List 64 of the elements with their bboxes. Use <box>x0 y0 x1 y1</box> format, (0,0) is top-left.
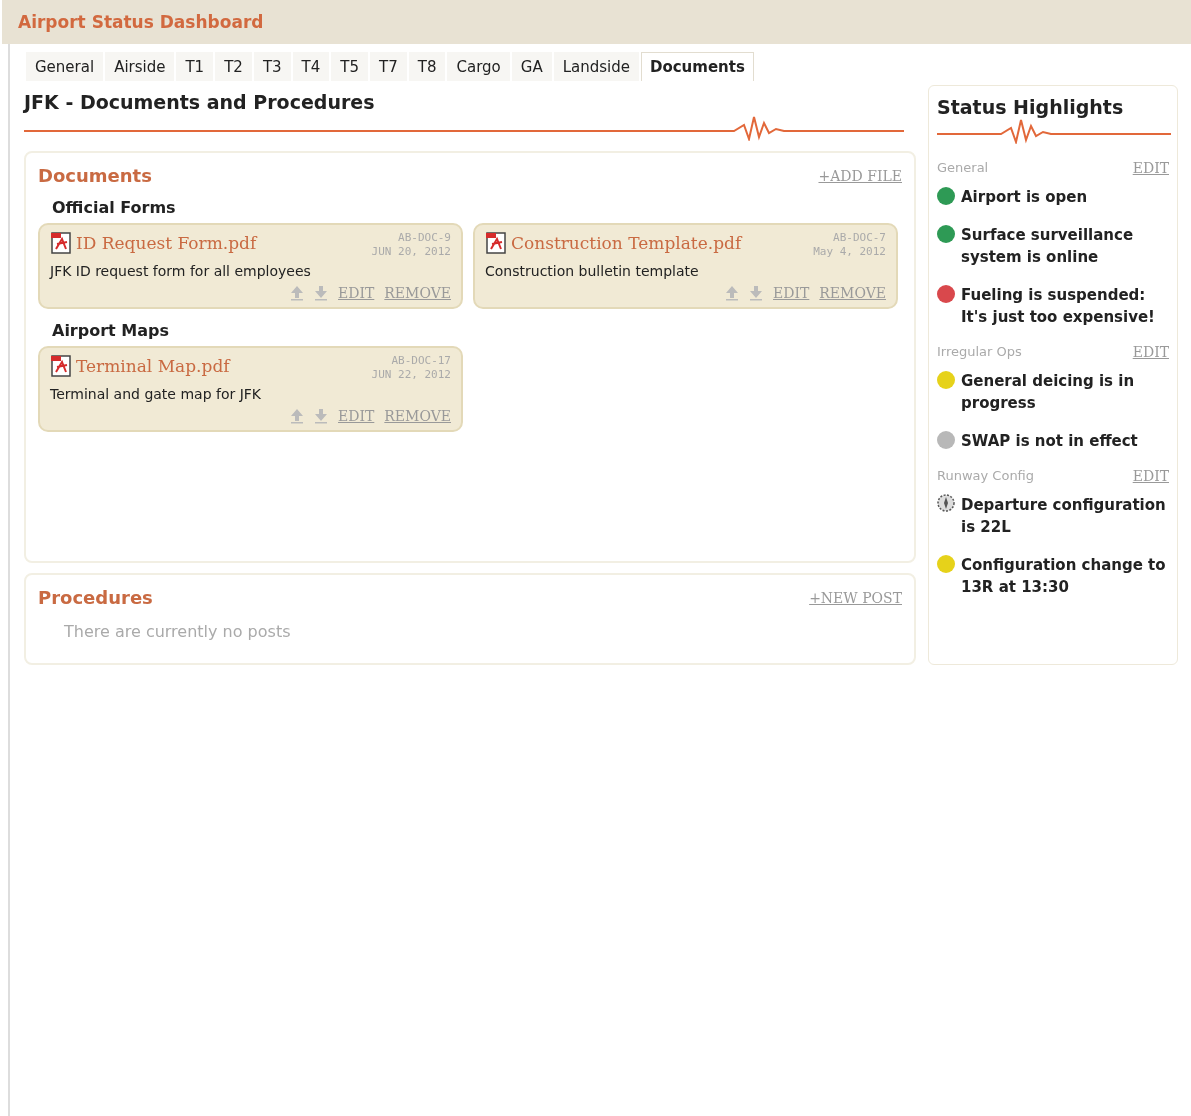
status-text: SWAP is not in effect <box>961 431 1138 452</box>
doc-id: AB-DOC-9 <box>397 231 451 245</box>
group-title: Airport Maps <box>52 321 170 340</box>
app-title: Airport Status Dashboard <box>18 12 264 32</box>
file-link[interactable]: ID Request Form.pdf <box>76 233 257 253</box>
move-up-icon[interactable] <box>725 285 739 301</box>
section-title: Irregular Ops <box>937 344 1022 360</box>
status-text: Airport is open <box>961 187 1088 208</box>
panel-title: Procedures <box>38 587 153 608</box>
status-text: Configuration change to 13R at 13:30 <box>961 555 1167 598</box>
file-link[interactable]: Construction Template.pdf <box>511 233 742 253</box>
tab[interactable]: T7 <box>370 52 407 81</box>
panel-title: Documents <box>38 165 152 186</box>
group-title: Official Forms <box>52 198 177 217</box>
empty-message: There are currently no posts <box>64 622 292 641</box>
edit-link[interactable]: EDIT <box>338 285 375 301</box>
page-heading: JFK - Documents and Procedures <box>24 90 376 115</box>
status-heading: Status Highlights <box>937 96 1125 118</box>
compass-icon <box>937 494 955 512</box>
pdf-file-icon <box>50 231 72 255</box>
status-text: Surface surveillance system is online <box>961 225 1135 268</box>
edit-link[interactable]: EDIT <box>1132 344 1169 360</box>
move-down-icon[interactable] <box>749 285 763 301</box>
tab[interactable]: Landside <box>553 52 639 81</box>
doc-id: AB-DOC-17 <box>390 354 451 368</box>
file-description: Terminal and gate map for JFK <box>50 386 263 402</box>
move-up-icon[interactable] <box>290 408 304 424</box>
edit-link[interactable]: EDIT <box>1132 160 1169 176</box>
tab[interactable]: GA <box>511 52 552 81</box>
file-description: Construction bulletin template <box>485 263 700 279</box>
status-text: General deicing is in progress <box>961 371 1136 414</box>
tab[interactable]: Documents <box>640 52 754 81</box>
tab[interactable]: T1 <box>176 52 214 81</box>
edit-link[interactable]: EDIT <box>338 408 375 424</box>
move-up-icon[interactable] <box>290 285 304 301</box>
edit-link[interactable]: EDIT <box>773 285 810 301</box>
remove-link[interactable]: REMOVE <box>384 408 451 424</box>
file-link[interactable]: Terminal Map.pdf <box>76 356 230 376</box>
pdf-file-icon <box>485 231 507 255</box>
pdf-file-icon <box>50 354 72 378</box>
doc-id: AB-DOC-7 <box>832 231 886 245</box>
file-description: JFK ID request form for all employees <box>50 263 312 279</box>
doc-date: JUN 22, 2012 <box>371 368 451 382</box>
tab[interactable]: T3 <box>253 52 291 81</box>
tab[interactable]: T4 <box>292 52 330 81</box>
new-post-link[interactable]: +NEW POST <box>809 589 902 606</box>
tab[interactable]: T5 <box>331 52 369 81</box>
section-title: General <box>937 160 989 176</box>
section-title: Runway Config <box>937 468 1035 484</box>
remove-link[interactable]: REMOVE <box>384 285 451 301</box>
remove-link[interactable]: REMOVE <box>819 285 886 301</box>
add-file-link[interactable]: +ADD FILE <box>818 167 902 184</box>
tab[interactable]: Airside <box>105 52 175 81</box>
doc-date: JUN 20, 2012 <box>371 245 451 259</box>
tab[interactable]: T2 <box>215 52 252 81</box>
tab[interactable]: General <box>26 52 104 81</box>
tab[interactable]: Cargo <box>447 52 510 81</box>
status-text: Departure configuration is 22L <box>961 495 1167 538</box>
move-down-icon[interactable] <box>314 408 328 424</box>
doc-date: May 4, 2012 <box>813 245 886 259</box>
move-down-icon[interactable] <box>314 285 328 301</box>
tab[interactable]: T8 <box>408 52 446 81</box>
status-text: Fueling is suspended: It's just too expensive! <box>961 285 1156 328</box>
edit-link[interactable]: EDIT <box>1132 468 1169 484</box>
